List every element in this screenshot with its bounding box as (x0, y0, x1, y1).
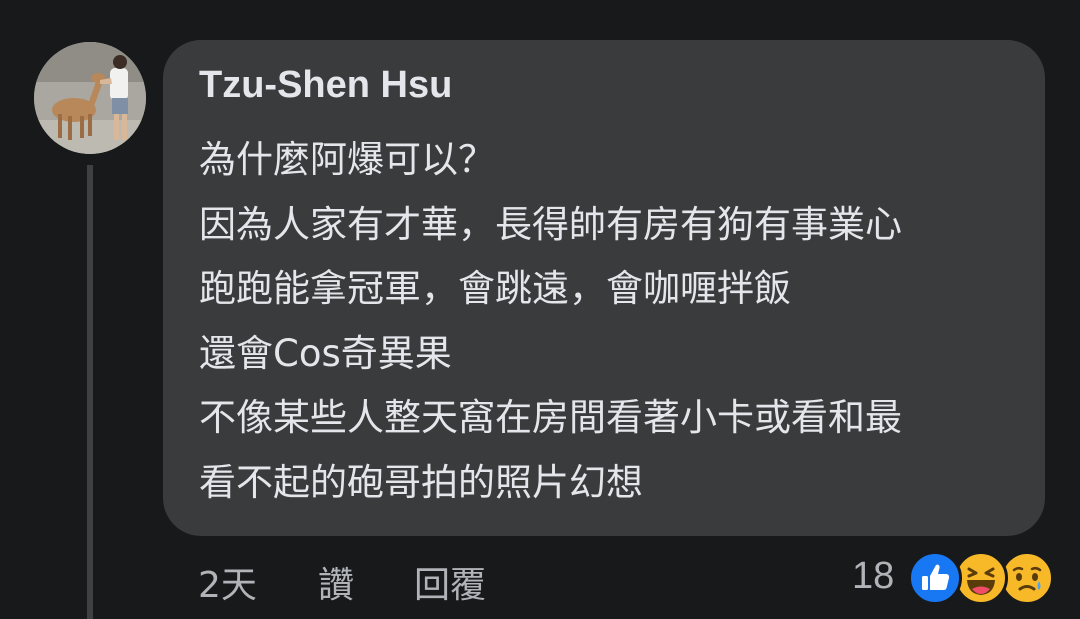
comment-line: 不像某些人整天窩在房間看著小卡或看和最 (199, 396, 902, 439)
avatar-photo (34, 42, 146, 154)
comment-bubble: Tzu-Shen Hsu 為什麼阿爆可以？ 因為人家有才華，長得帥有房有狗有事業… (163, 40, 1045, 536)
avatar[interactable] (34, 42, 146, 154)
comment-line: 因為人家有才華，長得帥有房有狗有事業心 (199, 202, 902, 246)
comment-text: 為什麼阿爆可以？ 因為人家有才華，長得帥有房有狗有事業心 跑跑能拿冠軍，會跳遠，… (199, 128, 1025, 515)
comment-line: 為什麼阿爆可以？ (199, 138, 495, 181)
reply-thread-line (87, 165, 93, 619)
reaction-count: 18 (852, 555, 895, 597)
sad-icon (1000, 551, 1054, 605)
comment-line: 跑跑能拿冠軍，會跳遠，會咖喱拌飯 (199, 267, 791, 310)
haha-icon (954, 551, 1008, 605)
like-button[interactable]: 讚 (318, 560, 354, 612)
like-icon (908, 551, 962, 605)
reply-button[interactable]: 回覆 (414, 560, 486, 612)
timestamp[interactable]: 2天 (198, 560, 257, 612)
comment-line: 看不起的砲哥拍的照片幻想 (199, 460, 643, 504)
author-name[interactable]: Tzu-Shen Hsu (199, 62, 452, 108)
comment-line: 還會Cos奇異果 (199, 331, 452, 375)
